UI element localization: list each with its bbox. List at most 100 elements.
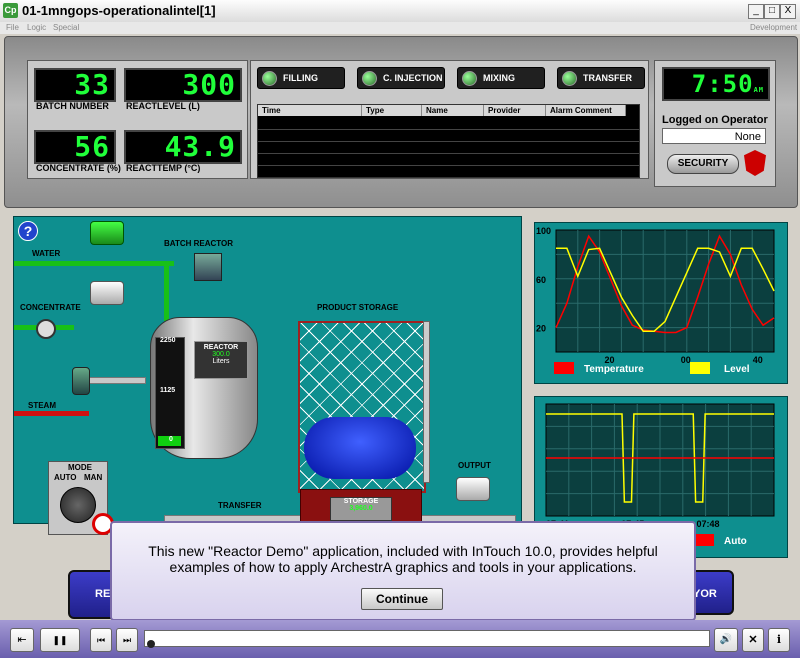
storage-level-gauge [423,321,430,483]
menu-special[interactable]: Special [53,23,79,32]
scale-mid: 1125 [160,387,176,394]
water-pipe [14,261,174,266]
reactor-value: 300.0 [212,351,230,358]
auto-label: AUTO [54,473,77,482]
previous-icon[interactable]: ⏮ [90,628,112,652]
output-valve[interactable] [456,477,490,501]
exit-icon[interactable]: ⇤ [10,628,34,652]
alarm-col-type[interactable]: Type [362,105,422,116]
mixer-motor-icon[interactable] [194,253,222,281]
status-c-injection: C. INJECTION [357,67,445,89]
concentrate-valve[interactable] [90,281,124,305]
steam-label: STEAM [28,401,56,410]
batch-number-display: 33 [34,68,116,102]
alarm-table[interactable]: Time Type Name Provider Alarm Comment [257,104,640,178]
legend-temperature: Temperature [584,364,644,375]
alarm-col-time[interactable]: Time [258,105,362,116]
pause-button[interactable]: ❚❚ [40,628,80,652]
menu-development[interactable]: Development [750,23,797,32]
clock-ampm: AM [753,86,764,94]
react-temp-label: REACTTEMP (°C) [126,163,201,173]
close-player-icon[interactable]: ✕ [742,628,764,652]
info-icon[interactable]: i [768,628,790,652]
menu-logic[interactable]: Logic [27,23,46,32]
next-icon[interactable]: ⏭ [116,628,138,652]
help-icon[interactable]: ? [18,221,38,241]
reactor-label: REACTOR [203,344,239,351]
window-title: 01-1mngops-operationalintel[1] [22,3,216,18]
status-transfer-label: TRANSFER [583,73,632,83]
operator-heading: Logged on Operator [662,114,768,126]
progress-bar[interactable] [144,630,710,648]
concentrate-label: CONCENTRATE [20,303,81,312]
legend-level: Level [724,364,750,375]
concentrate-label: CONCENTRATE (%) [36,163,121,173]
storage-readout: STORAGE 3,960.0 [330,497,392,521]
dialog-message: This new "Reactor Demo" application, inc… [112,543,694,575]
close-button[interactable]: X [780,4,796,19]
y-tick-label: 20 [536,324,546,334]
maximize-button[interactable]: □ [764,4,780,19]
dialog-line-1: This new "Reactor Demo" application, inc… [148,543,658,559]
steam-pipe [14,411,89,416]
transfer-led-icon [562,71,577,87]
legend-temperature-swatch [554,362,574,374]
status-filling-label: FILLING [283,73,318,83]
security-button[interactable]: SECURITY [667,154,739,174]
menu-file[interactable]: File [6,23,19,32]
transfer-label: TRANSFER [218,501,262,510]
storage-value: 3,960.0 [349,505,373,512]
concentrate-pump-icon[interactable] [36,319,56,339]
react-level-display: 300 [124,68,242,102]
output-label: OUTPUT [458,461,491,470]
continue-button[interactable]: Continue [361,588,443,610]
filling-led-icon [262,71,277,87]
operator-name-field: None [662,128,766,144]
title-bar: Cp 01-1mngops-operationalintel[1] _ □ X [0,0,800,23]
legend-auto: Auto [724,536,747,547]
react-level-label: REACTLEVEL (L) [126,101,200,111]
x-tick-label: 07:48 [696,519,719,529]
man-label: MAN [84,473,103,482]
steam-valve[interactable] [72,367,90,395]
y-tick-label: 100 [536,226,551,236]
batch-reactor-label: BATCH REACTOR [164,239,234,248]
y-tick-label: 60 [536,275,546,285]
x-tick-label: 40 [753,355,763,365]
alarm-col-provider[interactable]: Provider [484,105,546,116]
dialog-line-2: examples of how to apply ArchestrA graph… [169,559,637,575]
progress-handle[interactable] [147,640,155,648]
clock-time: 7:50 [691,70,754,98]
app-icon: Cp [3,3,18,18]
minimize-button[interactable]: _ [748,4,764,19]
alarm-col-name[interactable]: Name [422,105,484,116]
reactor-readout: REACTOR 300.0 Liters [194,341,248,379]
menu-bar: File Logic Special Development [0,22,800,34]
status-c-injection-label: C. INJECTION [383,73,443,83]
react-temp-display: 43.9 [124,130,242,164]
storage-label: STORAGE [343,498,379,505]
water-pipe-down [164,261,169,321]
water-valve[interactable] [90,221,124,245]
product-storage-label: PRODUCT STORAGE [317,303,399,312]
clock-display: 7:50AM [662,67,770,101]
water-label: WATER [32,249,61,258]
mode-selector-knob[interactable] [60,487,96,523]
status-transfer: TRANSFER [557,67,645,89]
legend-auto-swatch [694,534,714,546]
alarm-col-comment[interactable]: Alarm Comment [546,105,626,116]
status-mixing-label: MIXING [483,73,516,83]
status-mixing: MIXING [457,67,545,89]
scale-top: 2250 [160,337,176,344]
batch-number-label: BATCH NUMBER [36,101,109,111]
mode-label: MODE [68,463,92,472]
reactor-unit: Liters [212,358,230,365]
steam-return-pipe [89,377,146,384]
trend-chart: 1006020 20 00 40 Temperature Level [536,226,775,375]
audio-icon[interactable]: 🔊 [714,628,738,652]
process-diagram: ? WATER CONCENTRATE STEAM BATCH REACTOR … [13,216,522,535]
x-tick-label: 00 [681,355,691,365]
legend-level-swatch [690,362,710,374]
storage-tank-fill [304,417,416,479]
concentrate-display: 56 [34,130,116,164]
